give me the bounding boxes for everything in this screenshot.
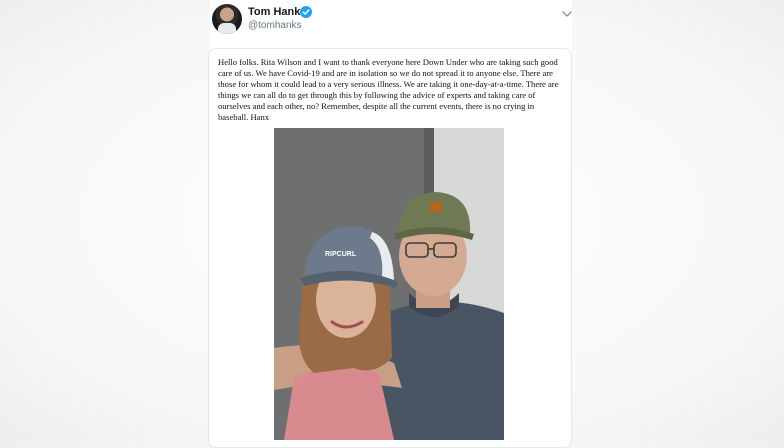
avatar[interactable] bbox=[212, 4, 242, 34]
chevron-down-icon[interactable] bbox=[561, 6, 573, 17]
tweet-header: Tom Hanks @tomhanks bbox=[210, 0, 572, 44]
verified-badge-icon bbox=[300, 6, 312, 18]
author-name[interactable]: Tom Hanks bbox=[248, 6, 306, 18]
tweet-card: Hello folks. Rita Wilson and I want to t… bbox=[208, 48, 572, 448]
author-handle[interactable]: @tomhanks bbox=[248, 20, 302, 31]
tweet-text: Hello folks. Rita Wilson and I want to t… bbox=[218, 57, 559, 123]
cap-logo-text: RIPCURL bbox=[325, 251, 357, 258]
tweet-container: Tom Hanks @tomhanks Hello folks. Rita Wi… bbox=[208, 0, 572, 448]
tweet-photo[interactable]: RIPCURL bbox=[274, 128, 504, 440]
